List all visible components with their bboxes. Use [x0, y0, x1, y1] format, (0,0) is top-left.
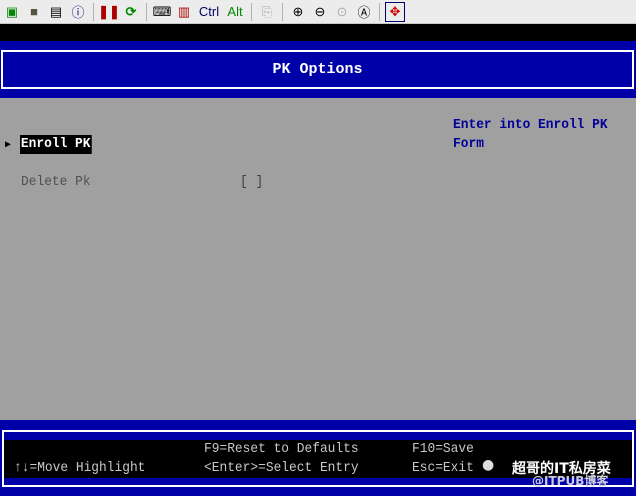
save-icon[interactable]: ■: [24, 2, 44, 22]
info-icon[interactable]: ⓘ: [68, 2, 88, 22]
separator: [282, 2, 283, 21]
wechat-icon: ●: [482, 457, 495, 473]
footer: ↑↓=Move Highlight F9=Reset to Defaults <…: [0, 420, 636, 496]
pause-icon[interactable]: ❚❚: [98, 2, 120, 22]
refresh-icon[interactable]: ⟳: [121, 2, 141, 22]
menu-item-enroll-pk[interactable]: Enroll PK: [20, 135, 92, 154]
selection-arrow-icon: ▶: [5, 140, 12, 151]
delete-pk-value[interactable]: [ ]: [240, 174, 263, 190]
network-icon[interactable]: ▣: [2, 2, 22, 22]
zoom-fit-icon[interactable]: Ⓐ: [354, 2, 374, 22]
menu-item-delete-pk[interactable]: Delete Pk: [21, 174, 91, 190]
page-title: PK Options: [1, 50, 634, 89]
footer-select-entry: <Enter>=Select Entry: [204, 460, 359, 476]
macro-icon[interactable]: ▥: [174, 2, 194, 22]
properties-icon[interactable]: ▤: [46, 2, 66, 22]
fullscreen-icon[interactable]: ✥: [385, 1, 405, 22]
toolbar: ▣ ■ ▤ ⓘ ❚❚ ⟳ ⌨ ▥ Ctrl Alt ⎘ ⊕ ⊖ ⊙ Ⓐ ✥: [0, 0, 636, 24]
zoom-in-icon[interactable]: ⊕: [288, 2, 308, 22]
separator: [379, 2, 380, 21]
keyboard-icon[interactable]: ⌨: [152, 2, 172, 22]
ctrl-key-button[interactable]: Ctrl: [196, 2, 222, 22]
main-panel: ▶ Enroll PK Delete Pk [ ] Enter into Enr…: [0, 98, 636, 420]
footer-move-highlight: ↑↓=Move Highlight: [14, 460, 146, 476]
help-text-line2: Form: [453, 136, 484, 152]
watermark-source: @ITPUB博客: [532, 474, 609, 488]
separator: [251, 2, 252, 21]
footer-box: ↑↓=Move Highlight F9=Reset to Defaults <…: [2, 430, 634, 488]
help-text-line1: Enter into Enroll PK: [453, 117, 608, 133]
separator: [146, 2, 147, 21]
alt-key-button[interactable]: Alt: [224, 2, 246, 22]
footer-reset-defaults: F9=Reset to Defaults: [204, 441, 359, 457]
footer-save: F10=Save: [412, 441, 474, 457]
zoom-100-icon[interactable]: ⊙: [332, 2, 352, 22]
copy-icon[interactable]: ⎘: [257, 2, 277, 22]
top-band: [0, 24, 636, 41]
footer-exit: Esc=Exit: [412, 460, 474, 476]
separator: [93, 2, 94, 21]
zoom-out-icon[interactable]: ⊖: [310, 2, 330, 22]
title-bar: PK Options: [0, 41, 636, 98]
